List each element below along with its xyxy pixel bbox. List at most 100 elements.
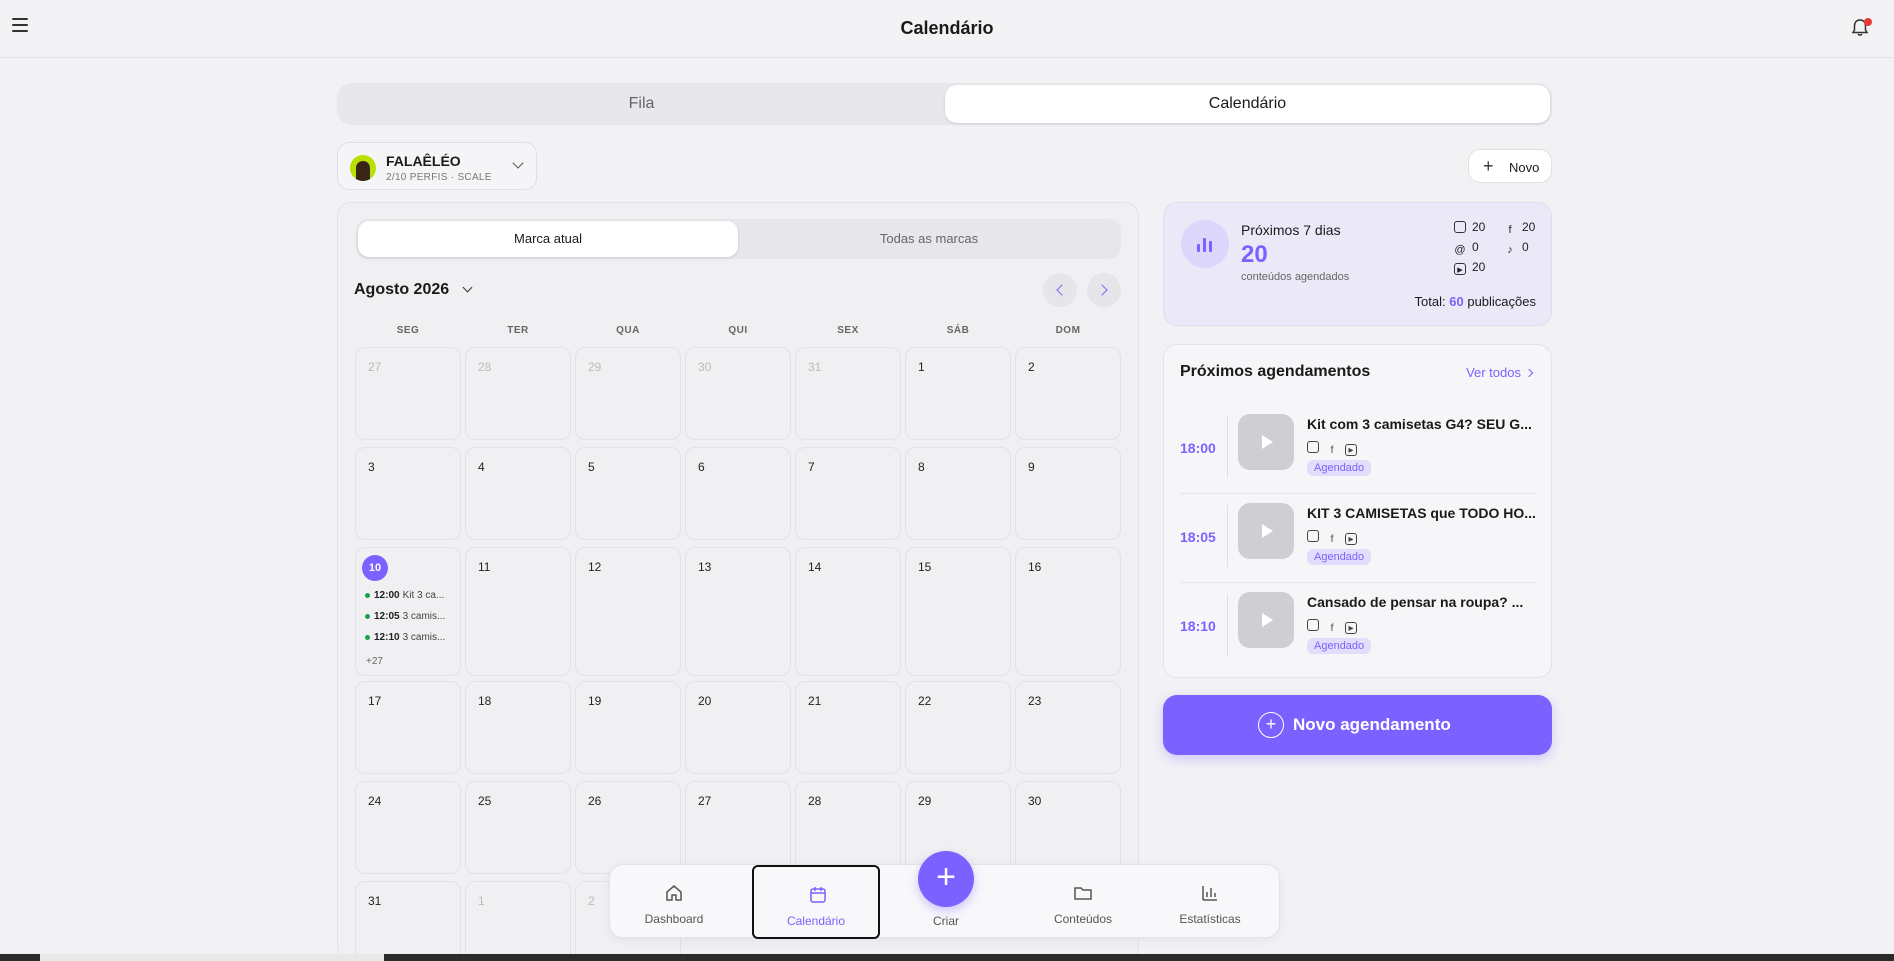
create-button[interactable]: + [918,851,974,907]
calendar-day-cell[interactable]: 9 [1015,447,1121,540]
day-number: 23 [1028,694,1042,708]
new-schedule-button[interactable]: + Novo agendamento [1163,695,1552,755]
calendar-day-cell[interactable]: 3 [355,447,461,540]
upcoming-item[interactable]: 18:00 Kit com 3 camisetas G4? SEU G... f ▸ A… [1180,406,1537,494]
calendar-day-cell[interactable]: 18 [465,681,571,774]
day-number: 2 [588,894,595,908]
next-month-button[interactable] [1087,273,1121,307]
calendar-day-cell[interactable]: 1 [465,881,571,960]
stats-total: Total: 60 publicações [1414,294,1536,309]
tab-calendario[interactable]: Calendário [945,85,1550,123]
calendar-day-cell[interactable]: 24 [355,781,461,874]
day-number: 3 [368,460,375,474]
profile-plan: 2/10 PERFIS · SCALE [386,172,492,183]
day-number: 29 [918,794,932,808]
item-title: Kit com 3 camisetas G4? SEU G... [1307,416,1532,432]
facebook-icon: f [1508,224,1512,236]
video-thumbnail [1238,592,1294,648]
bar-chart-icon [1202,886,1217,901]
calendar-day-cell[interactable]: 28 [795,781,901,874]
prev-month-button[interactable] [1043,273,1077,307]
calendar-day-cell[interactable]: 21 [795,681,901,774]
status-badge: Agendado [1307,549,1372,565]
nav-calendario[interactable]: Calendário [752,865,880,939]
calendar-day-cell[interactable]: 11 [465,547,571,676]
day-number: 28 [478,360,492,374]
calendar-day-cell[interactable]: 30 [685,347,791,440]
platform-icons: f ▸ [1307,618,1364,636]
calendar-day-cell[interactable]: 2 [1015,347,1121,440]
day-number: 19 [588,694,602,708]
calendar-day-cell[interactable]: 23 [1015,681,1121,774]
upcoming-item[interactable]: 18:05 KIT 3 CAMISETAS que TODO HO... f ▸ Age… [1180,495,1537,583]
calendar-day-cell[interactable]: 12 [575,547,681,676]
new-button-label: Novo [1509,160,1540,175]
calendar-day-cell[interactable]: 29 [575,347,681,440]
calendar-day-cell[interactable]: 17 [355,681,461,774]
notification-bell-icon[interactable] [1850,18,1872,40]
item-title: Cansado de pensar na roupa? ... [1307,594,1524,610]
calendar-day-cell[interactable]: 10 12:00 Kit 3 ca... 12:05 3 camis... 12:10 3 … [355,547,461,676]
calendar-day-cell[interactable]: 6 [685,447,791,540]
new-button[interactable]: + Novo [1468,149,1552,183]
brand-scope-switcher: Marca atual Todas as marcas [356,219,1121,259]
calendar-day-cell[interactable]: 30 [1015,781,1121,874]
calendar-event[interactable]: 12:10 3 camis... [365,632,455,643]
calendar-day-cell[interactable]: 25 [465,781,571,874]
calendar-day-cell[interactable]: 7 [795,447,901,540]
calendar-day-cell[interactable]: 31 [795,347,901,440]
weekday-header: QUI [728,325,748,336]
calendar-event[interactable]: 12:05 3 camis... [365,611,455,622]
threads-icon: @ [1454,244,1466,256]
day-number: 20 [698,694,712,708]
calendar-day-cell[interactable]: 27 [355,347,461,440]
nav-conteudos[interactable]: Conteúdos [1019,865,1147,939]
tab-marca-atual[interactable]: Marca atual [358,221,738,257]
tab-todas-as-marcas[interactable]: Todas as marcas [739,221,1119,257]
day-number: 24 [368,794,382,808]
calendar-event[interactable]: 12:00 Kit 3 ca... [365,590,455,601]
more-events-link[interactable]: +27 [366,656,383,667]
weekday-header: SEX [837,325,859,336]
youtube-icon: ▸ [1345,533,1357,545]
calendar-card: Marca atual Todas as marcas Agosto 2026 … [337,202,1139,961]
play-icon [1262,524,1273,538]
calendar-day-cell[interactable]: 13 [685,547,791,676]
calendar-day-cell[interactable]: 31 [355,881,461,960]
day-number: 4 [478,460,485,474]
platform-icons: f ▸ [1307,440,1364,458]
profile-selector[interactable]: FALAÊLÉO 2/10 PERFIS · SCALE [337,142,537,190]
instagram-icon [1454,221,1466,233]
calendar-day-cell[interactable]: 1 [905,347,1011,440]
month-selector[interactable]: Agosto 2026 [354,281,449,299]
calendar-day-cell[interactable]: 5 [575,447,681,540]
day-number: 17 [368,694,382,708]
stats-title: Próximos 7 dias [1241,222,1341,238]
calendar-day-cell[interactable]: 15 [905,547,1011,676]
calendar-day-cell[interactable]: 16 [1015,547,1121,676]
see-all-link[interactable]: Ver todos [1466,365,1521,380]
calendar-day-cell[interactable]: 27 [685,781,791,874]
calendar-day-cell[interactable]: 20 [685,681,791,774]
calendar-day-cell[interactable]: 19 [575,681,681,774]
day-number: 15 [918,560,932,574]
create-label: Criar [933,914,959,928]
item-time: 18:10 [1180,618,1216,634]
nav-estatisticas[interactable]: Estatísticas [1146,865,1274,939]
upcoming-item[interactable]: 18:10 Cansado de pensar na roupa? ... f ▸ Ag… [1180,584,1537,672]
os-taskbar [0,954,1894,961]
calendar-day-cell[interactable]: 28 [465,347,571,440]
calendar-day-cell[interactable]: 4 [465,447,571,540]
today-indicator: 10 [362,555,388,581]
nav-dashboard[interactable]: Dashboard [610,865,738,939]
facebook-icon: f [1330,445,1334,456]
calendar-day-cell[interactable]: 14 [795,547,901,676]
calendar-day-cell[interactable]: 26 [575,781,681,874]
day-number: 30 [1028,794,1042,808]
day-number: 22 [918,694,932,708]
tab-fila[interactable]: Fila [339,85,944,123]
calendar-day-cell[interactable]: 22 [905,681,1011,774]
day-number: 27 [698,794,712,808]
status-dot [365,613,370,619]
calendar-day-cell[interactable]: 8 [905,447,1011,540]
